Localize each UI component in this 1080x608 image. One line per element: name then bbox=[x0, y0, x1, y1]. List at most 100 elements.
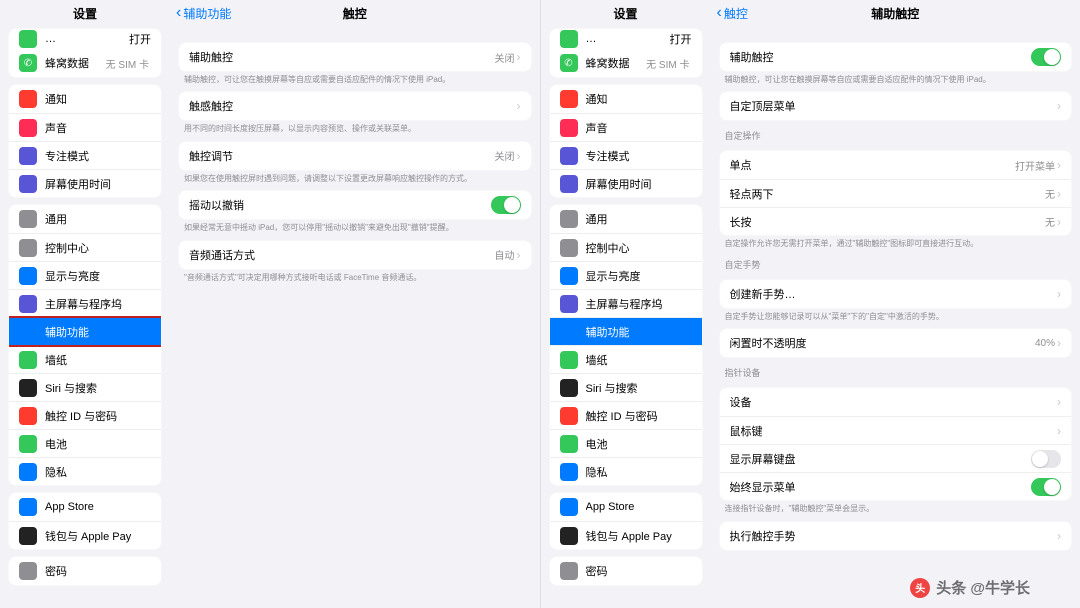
app-icon bbox=[560, 379, 578, 397]
sidebar-item-label: 主屏幕与程序坞 bbox=[45, 296, 151, 312]
shake-undo-row[interactable]: 摇动以撤销 bbox=[179, 191, 531, 219]
app-icon bbox=[560, 435, 578, 453]
sidebar-item-控制中心[interactable]: 控制中心 bbox=[9, 233, 161, 261]
sidebar-item-label: 专注模式 bbox=[586, 148, 692, 164]
sidebar-item-电池[interactable]: 电池 bbox=[550, 429, 702, 457]
app-icon bbox=[19, 323, 37, 341]
chevron-right-icon: › bbox=[1057, 99, 1061, 113]
chevron-right-icon: › bbox=[1057, 529, 1061, 543]
sidebar-item-主屏幕与程序坞[interactable]: 主屏幕与程序坞 bbox=[9, 289, 161, 317]
shake-undo-toggle[interactable] bbox=[491, 196, 521, 214]
chevron-right-icon: › bbox=[1057, 158, 1061, 172]
app-icon bbox=[19, 379, 37, 397]
app-icon bbox=[560, 147, 578, 165]
sidebar-item-声音[interactable]: 声音 bbox=[9, 113, 161, 141]
touch-adjust-row[interactable]: 触控调节 关闭 › bbox=[179, 142, 531, 170]
sidebar-item-专注模式[interactable]: 专注模式 bbox=[9, 141, 161, 169]
always-show-menu-row[interactable]: 始终显示菜单 bbox=[720, 472, 1072, 500]
sidebar-item-Siri 与搜索[interactable]: Siri 与搜索 bbox=[550, 373, 702, 401]
mouse-keys-row[interactable]: 鼠标键› bbox=[720, 416, 1072, 444]
call-audio-row[interactable]: 音频通话方式 自动 › bbox=[179, 241, 531, 269]
app-icon bbox=[560, 351, 578, 369]
sidebar-item-屏幕使用时间[interactable]: 屏幕使用时间 bbox=[550, 169, 702, 197]
sidebar-item-触控 ID 与密码[interactable]: 触控 ID 与密码 bbox=[9, 401, 161, 429]
sidebar-item-label: 隐私 bbox=[586, 464, 692, 480]
sidebar-item-label: 控制中心 bbox=[586, 240, 692, 256]
watermark: 头 头条 @牛学长 bbox=[910, 577, 1030, 598]
sidebar-item-触控 ID 与密码[interactable]: 触控 ID 与密码 bbox=[550, 401, 702, 429]
sidebar-item-隐私[interactable]: 隐私 bbox=[550, 457, 702, 485]
sidebar-item-显示与亮度[interactable]: 显示与亮度 bbox=[550, 261, 702, 289]
sidebar-item-label: 触控 ID 与密码 bbox=[586, 408, 692, 424]
section-custom-gesture: 自定手势 bbox=[711, 250, 1080, 273]
row-partial-top: … 打开 bbox=[550, 29, 702, 49]
app-icon bbox=[19, 295, 37, 313]
show-keyboard-toggle[interactable] bbox=[1031, 450, 1061, 468]
sidebar-item-隐私[interactable]: 隐私 bbox=[9, 457, 161, 485]
sidebar-item-label: 主屏幕与程序坞 bbox=[586, 296, 692, 312]
new-gesture-row[interactable]: 创建新手势…› bbox=[720, 280, 1072, 308]
sidebar-item-屏幕使用时间[interactable]: 屏幕使用时间 bbox=[9, 169, 161, 197]
sidebar-item-label: 墙纸 bbox=[586, 352, 692, 368]
sidebar-item-钱包与 Apple Pay[interactable]: 钱包与 Apple Pay bbox=[550, 521, 702, 549]
perform-gesture-row[interactable]: 执行触控手势› bbox=[720, 522, 1072, 550]
sidebar-item-App Store[interactable]: App Store bbox=[9, 493, 161, 521]
sidebar-item-控制中心[interactable]: 控制中心 bbox=[550, 233, 702, 261]
sidebar-item-辅助功能[interactable]: 辅助功能 bbox=[9, 317, 161, 345]
back-button[interactable]: 辅助功能 bbox=[176, 5, 231, 22]
double-tap-row[interactable]: 轻点两下无› bbox=[720, 179, 1072, 207]
sidebar-item-通用[interactable]: 通用 bbox=[9, 205, 161, 233]
sidebar-item-Siri 与搜索[interactable]: Siri 与搜索 bbox=[9, 373, 161, 401]
assistive-touch-toggle-row[interactable]: 辅助触控 bbox=[720, 43, 1072, 71]
sidebar-item-钱包与 Apple Pay[interactable]: 钱包与 Apple Pay bbox=[9, 521, 161, 549]
sidebar-item-显示与亮度[interactable]: 显示与亮度 bbox=[9, 261, 161, 289]
assistive-touch-toggle[interactable] bbox=[1031, 48, 1061, 66]
device-row[interactable]: 设备› bbox=[720, 388, 1072, 416]
sidebar-item-电池[interactable]: 电池 bbox=[9, 429, 161, 457]
sidebar-item-主屏幕与程序坞[interactable]: 主屏幕与程序坞 bbox=[550, 289, 702, 317]
cellular-row[interactable]: ✆ 蜂窝数据 无 SIM 卡 bbox=[9, 49, 161, 77]
sidebar-item-通知[interactable]: 通知 bbox=[550, 85, 702, 113]
cellular-row[interactable]: ✆ 蜂窝数据 无 SIM 卡 bbox=[550, 49, 702, 77]
idle-opacity-row[interactable]: 闲置时不透明度40%› bbox=[720, 329, 1072, 357]
sidebar-item-label: 通知 bbox=[586, 91, 692, 107]
chevron-right-icon: › bbox=[517, 99, 521, 113]
show-keyboard-row[interactable]: 显示屏幕键盘 bbox=[720, 444, 1072, 472]
sidebar-item-墙纸[interactable]: 墙纸 bbox=[550, 345, 702, 373]
sidebar-item-密码[interactable]: 密码 bbox=[550, 557, 702, 585]
sidebar-item-label: 声音 bbox=[586, 120, 692, 136]
app-icon bbox=[560, 407, 578, 425]
chevron-right-icon: › bbox=[1057, 287, 1061, 301]
assistive-touch-row[interactable]: 辅助触控 关闭 › bbox=[179, 43, 531, 71]
sidebar-item-通用[interactable]: 通用 bbox=[550, 205, 702, 233]
sidebar-item-专注模式[interactable]: 专注模式 bbox=[550, 141, 702, 169]
sidebar-title: 设置 bbox=[0, 0, 170, 26]
haptic-touch-row[interactable]: 触感触控 › bbox=[179, 92, 531, 120]
sidebar-item-通知[interactable]: 通知 bbox=[9, 85, 161, 113]
settings-sidebar-right: 设置 … 打开 ✆ 蜂窝数据 无 SIM 卡 通知声音专注模式屏幕使用时间 通用… bbox=[541, 0, 711, 608]
sidebar-item-label: 触控 ID 与密码 bbox=[45, 408, 151, 424]
app-icon bbox=[560, 323, 578, 341]
single-tap-row[interactable]: 单点打开菜单› bbox=[720, 151, 1072, 179]
sidebar-item-墙纸[interactable]: 墙纸 bbox=[9, 345, 161, 373]
sidebar-item-辅助功能[interactable]: 辅助功能 bbox=[550, 317, 702, 345]
chevron-right-icon: › bbox=[517, 149, 521, 163]
always-show-menu-toggle[interactable] bbox=[1031, 478, 1061, 496]
app-icon bbox=[19, 351, 37, 369]
custom-top-menu-row[interactable]: 自定顶层菜单 › bbox=[720, 92, 1072, 120]
sidebar-title: 设置 bbox=[541, 0, 711, 26]
chevron-right-icon: › bbox=[1057, 187, 1061, 201]
sidebar-item-App Store[interactable]: App Store bbox=[550, 493, 702, 521]
sidebar-item-声音[interactable]: 声音 bbox=[550, 113, 702, 141]
back-button[interactable]: 触控 bbox=[717, 5, 748, 22]
sidebar-item-label: 辅助功能 bbox=[586, 324, 692, 340]
app-icon bbox=[19, 119, 37, 137]
page-title: 辅助触控 bbox=[871, 5, 919, 22]
cellular-icon bbox=[19, 30, 37, 48]
app-icon bbox=[19, 498, 37, 516]
sidebar-item-密码[interactable]: 密码 bbox=[9, 557, 161, 585]
long-press-row[interactable]: 长按无› bbox=[720, 207, 1072, 235]
settings-sidebar-left: 设置 … 打开 ✆ 蜂窝数据 无 SIM 卡 通知声音专注模式屏幕使用时间 通用… bbox=[0, 0, 170, 608]
chevron-right-icon: › bbox=[1057, 215, 1061, 229]
left-screenshot: 设置 … 打开 ✆ 蜂窝数据 无 SIM 卡 通知声音专注模式屏幕使用时间 通用… bbox=[0, 0, 541, 608]
